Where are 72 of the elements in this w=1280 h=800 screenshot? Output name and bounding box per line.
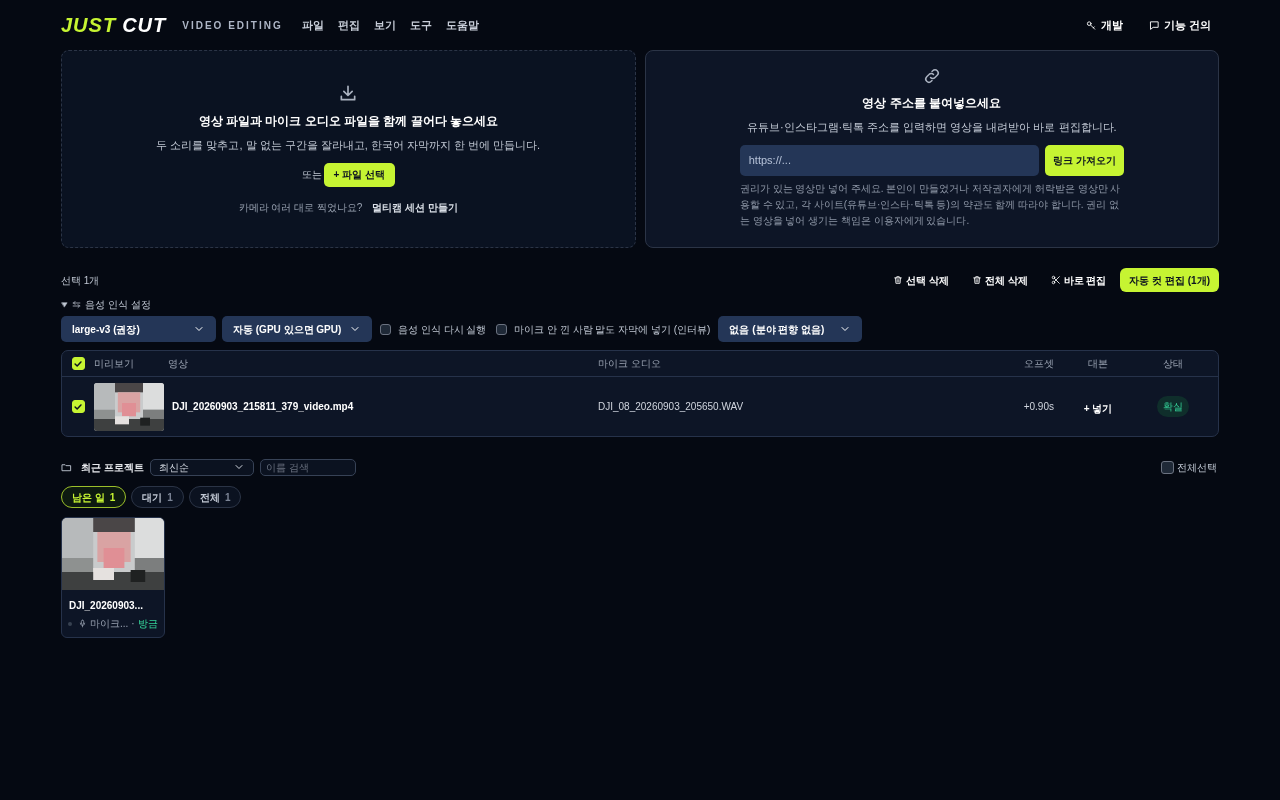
checkbox[interactable] <box>496 323 508 335</box>
section-title: 최근 프로젝트 <box>81 460 144 475</box>
table-cell-text: +0.90s <box>1022 400 1055 414</box>
menu-item[interactable]: 보기 <box>366 16 403 34</box>
edit-button[interactable]: 바로 편집 <box>1042 268 1115 292</box>
sliders-icon <box>72 299 81 309</box>
delete-button[interactable]: 전체 삭제 <box>963 268 1036 292</box>
header-link[interactable]: 개발 <box>1085 16 1123 34</box>
column-header: 마이크 오디오 <box>598 357 662 371</box>
delete-button[interactable]: 선택 삭제 <box>885 268 957 292</box>
dropdown[interactable]: large-v3 (권장) <box>61 316 216 342</box>
menu-item[interactable]: 도움말 <box>438 16 486 34</box>
download-icon <box>338 83 359 103</box>
multicam-link[interactable]: 멀티캠 세션 만들기 <box>372 199 458 215</box>
url-description: 유튜브·인스타그램·틱톡 주소를 입력하면 영상을 내려받아 바로 편집합니다. <box>746 120 1117 135</box>
table-cell-text: DJI_08_20260903_205650.WAV <box>598 400 745 414</box>
auto-cut-button[interactable]: 자동 컷 편집 (1개) <box>1120 268 1219 292</box>
checkbox[interactable] <box>1161 460 1174 474</box>
project-name: DJI_20260903... <box>68 599 144 613</box>
add-script-button[interactable]: + 넣기 <box>1083 400 1113 416</box>
project-card[interactable]: DJI_20260903... 마이크... · 방금 <box>61 517 165 638</box>
selection-count: 선택 1개 <box>61 273 100 288</box>
triangle-down-icon <box>61 300 68 308</box>
app-subtitle: VIDEO EDITING <box>182 18 283 33</box>
drop-title: 영상 파일과 마이크 오디오 파일을 함께 끌어다 놓으세요 <box>198 113 498 130</box>
trash-icon <box>893 275 904 285</box>
checkbox-label: 전체선택 <box>1177 460 1217 475</box>
filter-tab[interactable]: 남은 일 1 <box>61 486 127 508</box>
trash-icon <box>971 275 982 285</box>
url-title: 영상 주소를 붙여넣으세요 <box>862 95 1002 112</box>
column-header: 미리보기 <box>94 357 135 371</box>
mic-label: 마이크... <box>90 617 129 631</box>
multicam-question: 카메라 여러 대로 찍었나요? <box>238 200 363 215</box>
file-select-button[interactable]: + 파일 선택 <box>323 162 395 187</box>
checkbox-label: 음성 인식 다시 실행 <box>398 322 487 337</box>
or-label: 또는 <box>301 168 322 182</box>
check-icon <box>73 358 83 369</box>
column-header: 상태 <box>1162 357 1184 371</box>
header-link[interactable]: 기능 건의 <box>1148 16 1211 34</box>
drop-description: 두 소리를 맞추고, 말 없는 구간을 잘라내고, 한국어 자막까지 한 번에 만듭니다. <box>156 138 541 153</box>
scissors-icon <box>1050 275 1061 285</box>
dropdown[interactable]: 자동 (GPU 있으면 GPU) <box>222 316 372 342</box>
column-header: 대본 <box>1087 357 1109 371</box>
key-icon <box>1085 19 1097 31</box>
column-header: 오프셋 <box>1023 357 1055 371</box>
dropdown[interactable]: 없음 (분야 편향 없음) <box>718 316 863 342</box>
link-icon <box>922 67 941 85</box>
microphone-icon <box>78 619 87 628</box>
fetch-link-button[interactable]: 링크 가져오기 <box>1044 144 1124 176</box>
rights-notice: 권리가 있는 영상만 넣어 주세요. 본인이 만들었거나 저작권자에게 허락받은 영상만 사용할 수 있고, 각 사이트(유튜브·인스타·틱톡 등)의 약관도 함께 따라야 합니다. 권리 없는 영상을 넣어 생기는 책임은 이용자에게 있습니다. <box>739 181 1122 228</box>
checkbox-label: 마이크 안 낀 사람 말도 자막에 넣기 (인터뷰) <box>514 322 711 337</box>
filter-tab[interactable]: 전체 1 <box>188 486 242 508</box>
check-icon <box>73 401 83 412</box>
sort-dropdown[interactable]: 최신순 <box>149 458 254 476</box>
logo-text: JUST <box>61 13 117 38</box>
column-header: 영상 <box>168 357 189 371</box>
settings-toggle[interactable]: 음성 인식 설정 <box>61 297 151 311</box>
menu-item[interactable]: 도구 <box>402 16 439 34</box>
menu-item[interactable]: 파일 <box>294 16 331 34</box>
table-cell-text: DJI_20260903_215811_379_video.mp4 <box>171 400 355 414</box>
drop-zone[interactable]: 영상 파일과 마이크 오디오 파일을 함께 끌어다 놓으세요 두 소리를 맞추고, 말 없는 구간을 잘라내고, 한국어 자막까지 한 번에 만듭니다. 또는 + 파일 선택 카메라 여러 대로 찍었나요? 멀티캠 세션 만들기 <box>61 50 636 248</box>
folder-icon <box>61 461 72 473</box>
logo-text: CUT <box>122 13 167 38</box>
search-field[interactable]: 이름 검색 <box>259 458 356 476</box>
filter-tab[interactable]: 대기 1 <box>131 486 184 508</box>
separator: · <box>131 617 135 631</box>
time-label: 방금 <box>137 617 158 631</box>
status-badge: 확실 <box>1157 396 1189 417</box>
chat-icon <box>1148 19 1160 31</box>
checkbox[interactable] <box>380 323 391 335</box>
menu-item[interactable]: 편집 <box>330 16 367 34</box>
url-input[interactable]: https://... <box>739 144 1039 176</box>
